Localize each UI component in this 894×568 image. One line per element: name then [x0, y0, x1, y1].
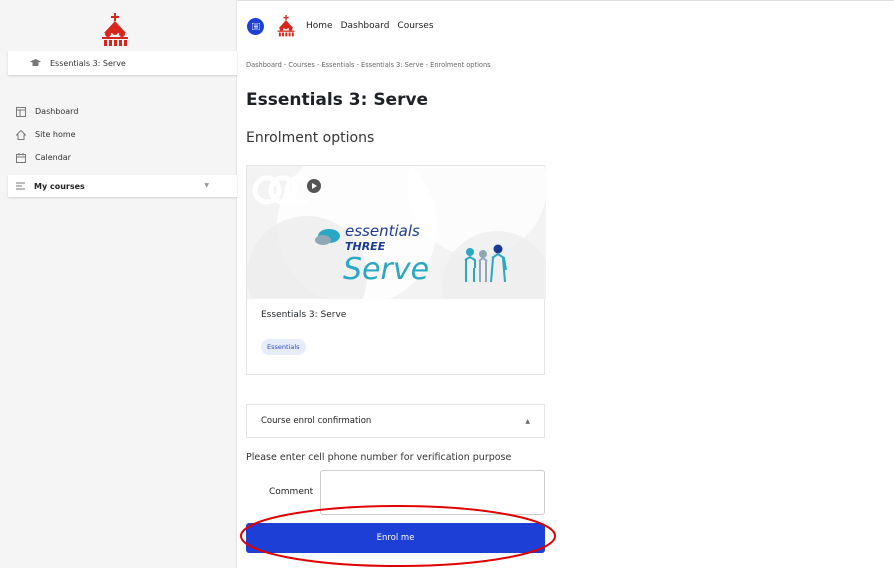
- home-icon: [16, 129, 26, 140]
- course-card: essentials THREE Serve Essentials 3: Ser…: [246, 165, 546, 375]
- banner-text-essentials: essentials: [345, 222, 420, 240]
- breadcrumb-courses[interactable]: Courses: [288, 61, 314, 69]
- comment-label: Comment: [269, 487, 314, 497]
- sidebar-course-item[interactable]: Essentials 3: Serve: [8, 51, 237, 75]
- chevron-down-icon[interactable]: ▼: [204, 182, 209, 189]
- church-logo-icon[interactable]: [276, 15, 296, 37]
- chevron-up-icon[interactable]: ▲: [525, 418, 530, 425]
- breadcrumb: Dashboard - Courses - Essentials - Essen…: [246, 61, 491, 69]
- top-navbar: Home Dashboard Courses: [237, 0, 894, 52]
- sidebar-item-label: Calendar: [35, 153, 71, 162]
- menu-icon: [251, 23, 260, 30]
- enrol-section-title: Course enrol confirmation: [261, 416, 372, 426]
- graduation-cap-icon: [30, 59, 41, 66]
- sidebar-nav: Dashboard Site home Calendar: [8, 100, 237, 169]
- category-badge: Essentials: [261, 339, 306, 355]
- breadcrumb-course[interactable]: Essentials 3: Serve: [361, 61, 424, 69]
- enrol-section-header[interactable]: Course enrol confirmation ▲: [246, 404, 545, 438]
- banner-text-serve: Serve: [343, 252, 429, 287]
- sidebar-item-my-courses[interactable]: My courses ▼: [8, 175, 237, 197]
- sidebar-item-calendar[interactable]: Calendar: [8, 146, 237, 169]
- enrol-me-button[interactable]: Enrol me: [246, 523, 545, 553]
- comment-textarea[interactable]: [320, 470, 545, 515]
- nav-link-courses[interactable]: Courses: [397, 21, 433, 31]
- page-subtitle: Enrolment options: [246, 130, 375, 146]
- sidebar-item-site-home[interactable]: Site home: [8, 123, 237, 146]
- course-name[interactable]: Essentials 3: Serve: [261, 310, 346, 320]
- sidebar-item-label: Dashboard: [35, 107, 79, 116]
- breadcrumb-dashboard[interactable]: Dashboard: [246, 61, 282, 69]
- church-logo-icon[interactable]: [100, 13, 130, 47]
- sidebar: Essentials 3: Serve Dashboard Site home: [0, 0, 237, 568]
- calendar-icon: [16, 152, 26, 163]
- page-title: Essentials 3: Serve: [246, 90, 429, 110]
- course-banner: essentials THREE Serve: [247, 166, 546, 299]
- top-nav-links: Home Dashboard Courses: [306, 21, 434, 31]
- breadcrumb-essentials[interactable]: Essentials: [321, 61, 354, 69]
- dashboard-icon: [16, 106, 26, 117]
- sidebar-item-dashboard[interactable]: Dashboard: [8, 100, 237, 123]
- drawer-toggle-button[interactable]: [247, 18, 264, 35]
- nav-link-dashboard[interactable]: Dashboard: [341, 21, 390, 31]
- breadcrumb-enrolment-options[interactable]: Enrolment options: [430, 61, 490, 69]
- course-image[interactable]: essentials THREE Serve: [247, 166, 546, 299]
- list-icon: [16, 182, 25, 190]
- help-text: Please enter cell phone number for verif…: [246, 452, 512, 463]
- sidebar-course-label: Essentials 3: Serve: [50, 58, 126, 68]
- sidebar-item-label: My courses: [34, 181, 85, 191]
- nav-link-home[interactable]: Home: [306, 21, 333, 31]
- sidebar-item-label: Site home: [35, 130, 76, 139]
